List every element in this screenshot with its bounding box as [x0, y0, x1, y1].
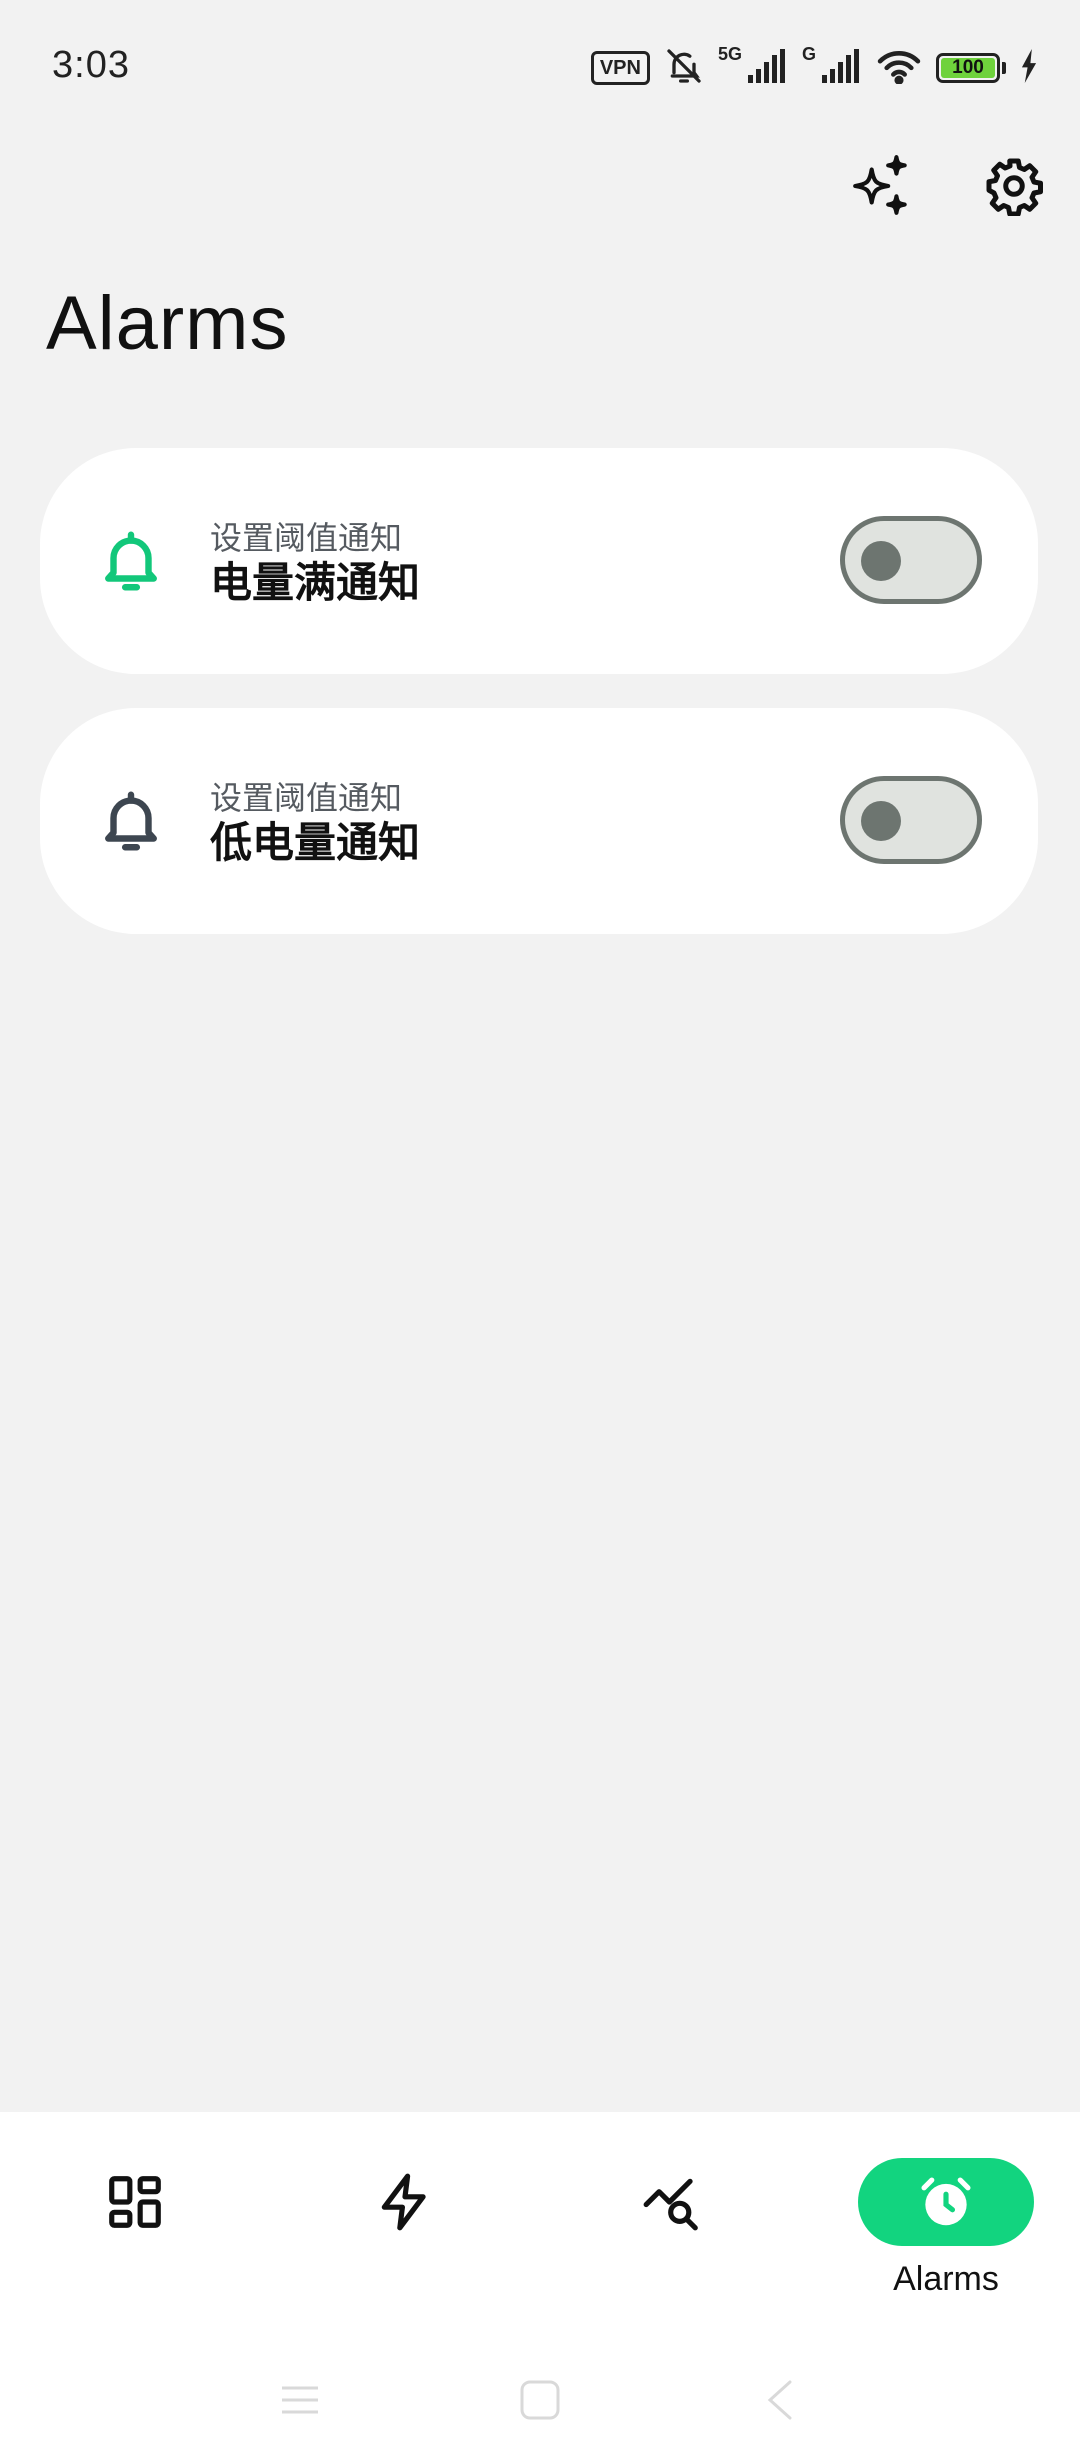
alarm-subtitle: 设置阈值通知 — [210, 780, 403, 816]
battery-nub — [1002, 62, 1006, 74]
net-5g-label: 5G — [717, 44, 742, 64]
nav-item-alarms[interactable]: Alarms — [856, 2148, 1036, 2308]
nav-item-stats[interactable] — [582, 2148, 762, 2308]
alarm-card-texts: 设置阈值通知 电量满通知 — [210, 518, 420, 608]
toggle-knob — [861, 541, 901, 581]
nav-item-charge[interactable] — [315, 2148, 495, 2308]
system-nav-bar — [0, 2370, 1080, 2430]
status-icons: VPN 5G G 100 — [590, 44, 1038, 91]
alarm-title: 低电量通知 — [210, 819, 421, 866]
status-time: 3:03 — [52, 44, 130, 86]
nav-active-pill — [858, 2158, 1034, 2246]
bell-icon — [96, 786, 166, 856]
alarm-toggle-low-battery[interactable] — [840, 776, 982, 864]
toggle-knob — [861, 801, 901, 841]
bell-off-icon — [664, 46, 704, 91]
vpn-icon: VPN — [590, 51, 650, 85]
wifi-icon — [876, 48, 922, 89]
settings-gear-icon — [986, 158, 1043, 216]
sparkle-icon — [853, 155, 907, 215]
home-button[interactable] — [510, 2370, 570, 2430]
back-chevron-icon — [767, 2380, 792, 2420]
charging-bolt-icon — [1020, 48, 1038, 88]
nav-label-alarms: Alarms — [893, 2260, 999, 2298]
alarm-card-texts: 设置阈值通知 低电量通知 — [210, 778, 420, 868]
page-title: Alarms — [46, 281, 289, 366]
chart-search-icon — [643, 2178, 698, 2231]
settings-button[interactable] — [980, 152, 1048, 220]
app-screen: 3:03 VPN 5G G 100 Alarms 设置阈值通知 电量满通知 设置… — [0, 0, 1080, 2460]
alarm-card-full-battery[interactable]: 设置阈值通知 电量满通知 — [40, 448, 1038, 674]
alarm-clock-icon — [921, 2177, 971, 2226]
nav-item-dashboard[interactable] — [45, 2148, 225, 2308]
battery-level: 100 — [952, 57, 984, 78]
bell-icon — [96, 526, 166, 596]
alarm-title: 电量满通知 — [210, 559, 421, 606]
menu-lines-icon — [282, 2386, 318, 2414]
back-button[interactable] — [750, 2370, 810, 2430]
battery-icon: 100 — [936, 53, 1000, 83]
recents-button[interactable] — [270, 2370, 330, 2430]
home-square-icon — [520, 2380, 560, 2420]
sparkle-button[interactable] — [848, 152, 916, 220]
status-bar: 3:03 VPN 5G G 100 — [0, 0, 1080, 130]
lightning-icon — [381, 2173, 426, 2231]
signal-icon — [747, 48, 788, 88]
signal-icon — [822, 48, 862, 88]
dashboard-grid-icon — [109, 2176, 161, 2228]
net-g-label: G — [801, 44, 816, 64]
alarm-toggle-full-battery[interactable] — [840, 516, 982, 604]
alarm-subtitle: 设置阈值通知 — [210, 520, 403, 556]
alarm-card-low-battery[interactable]: 设置阈值通知 低电量通知 — [40, 708, 1038, 934]
